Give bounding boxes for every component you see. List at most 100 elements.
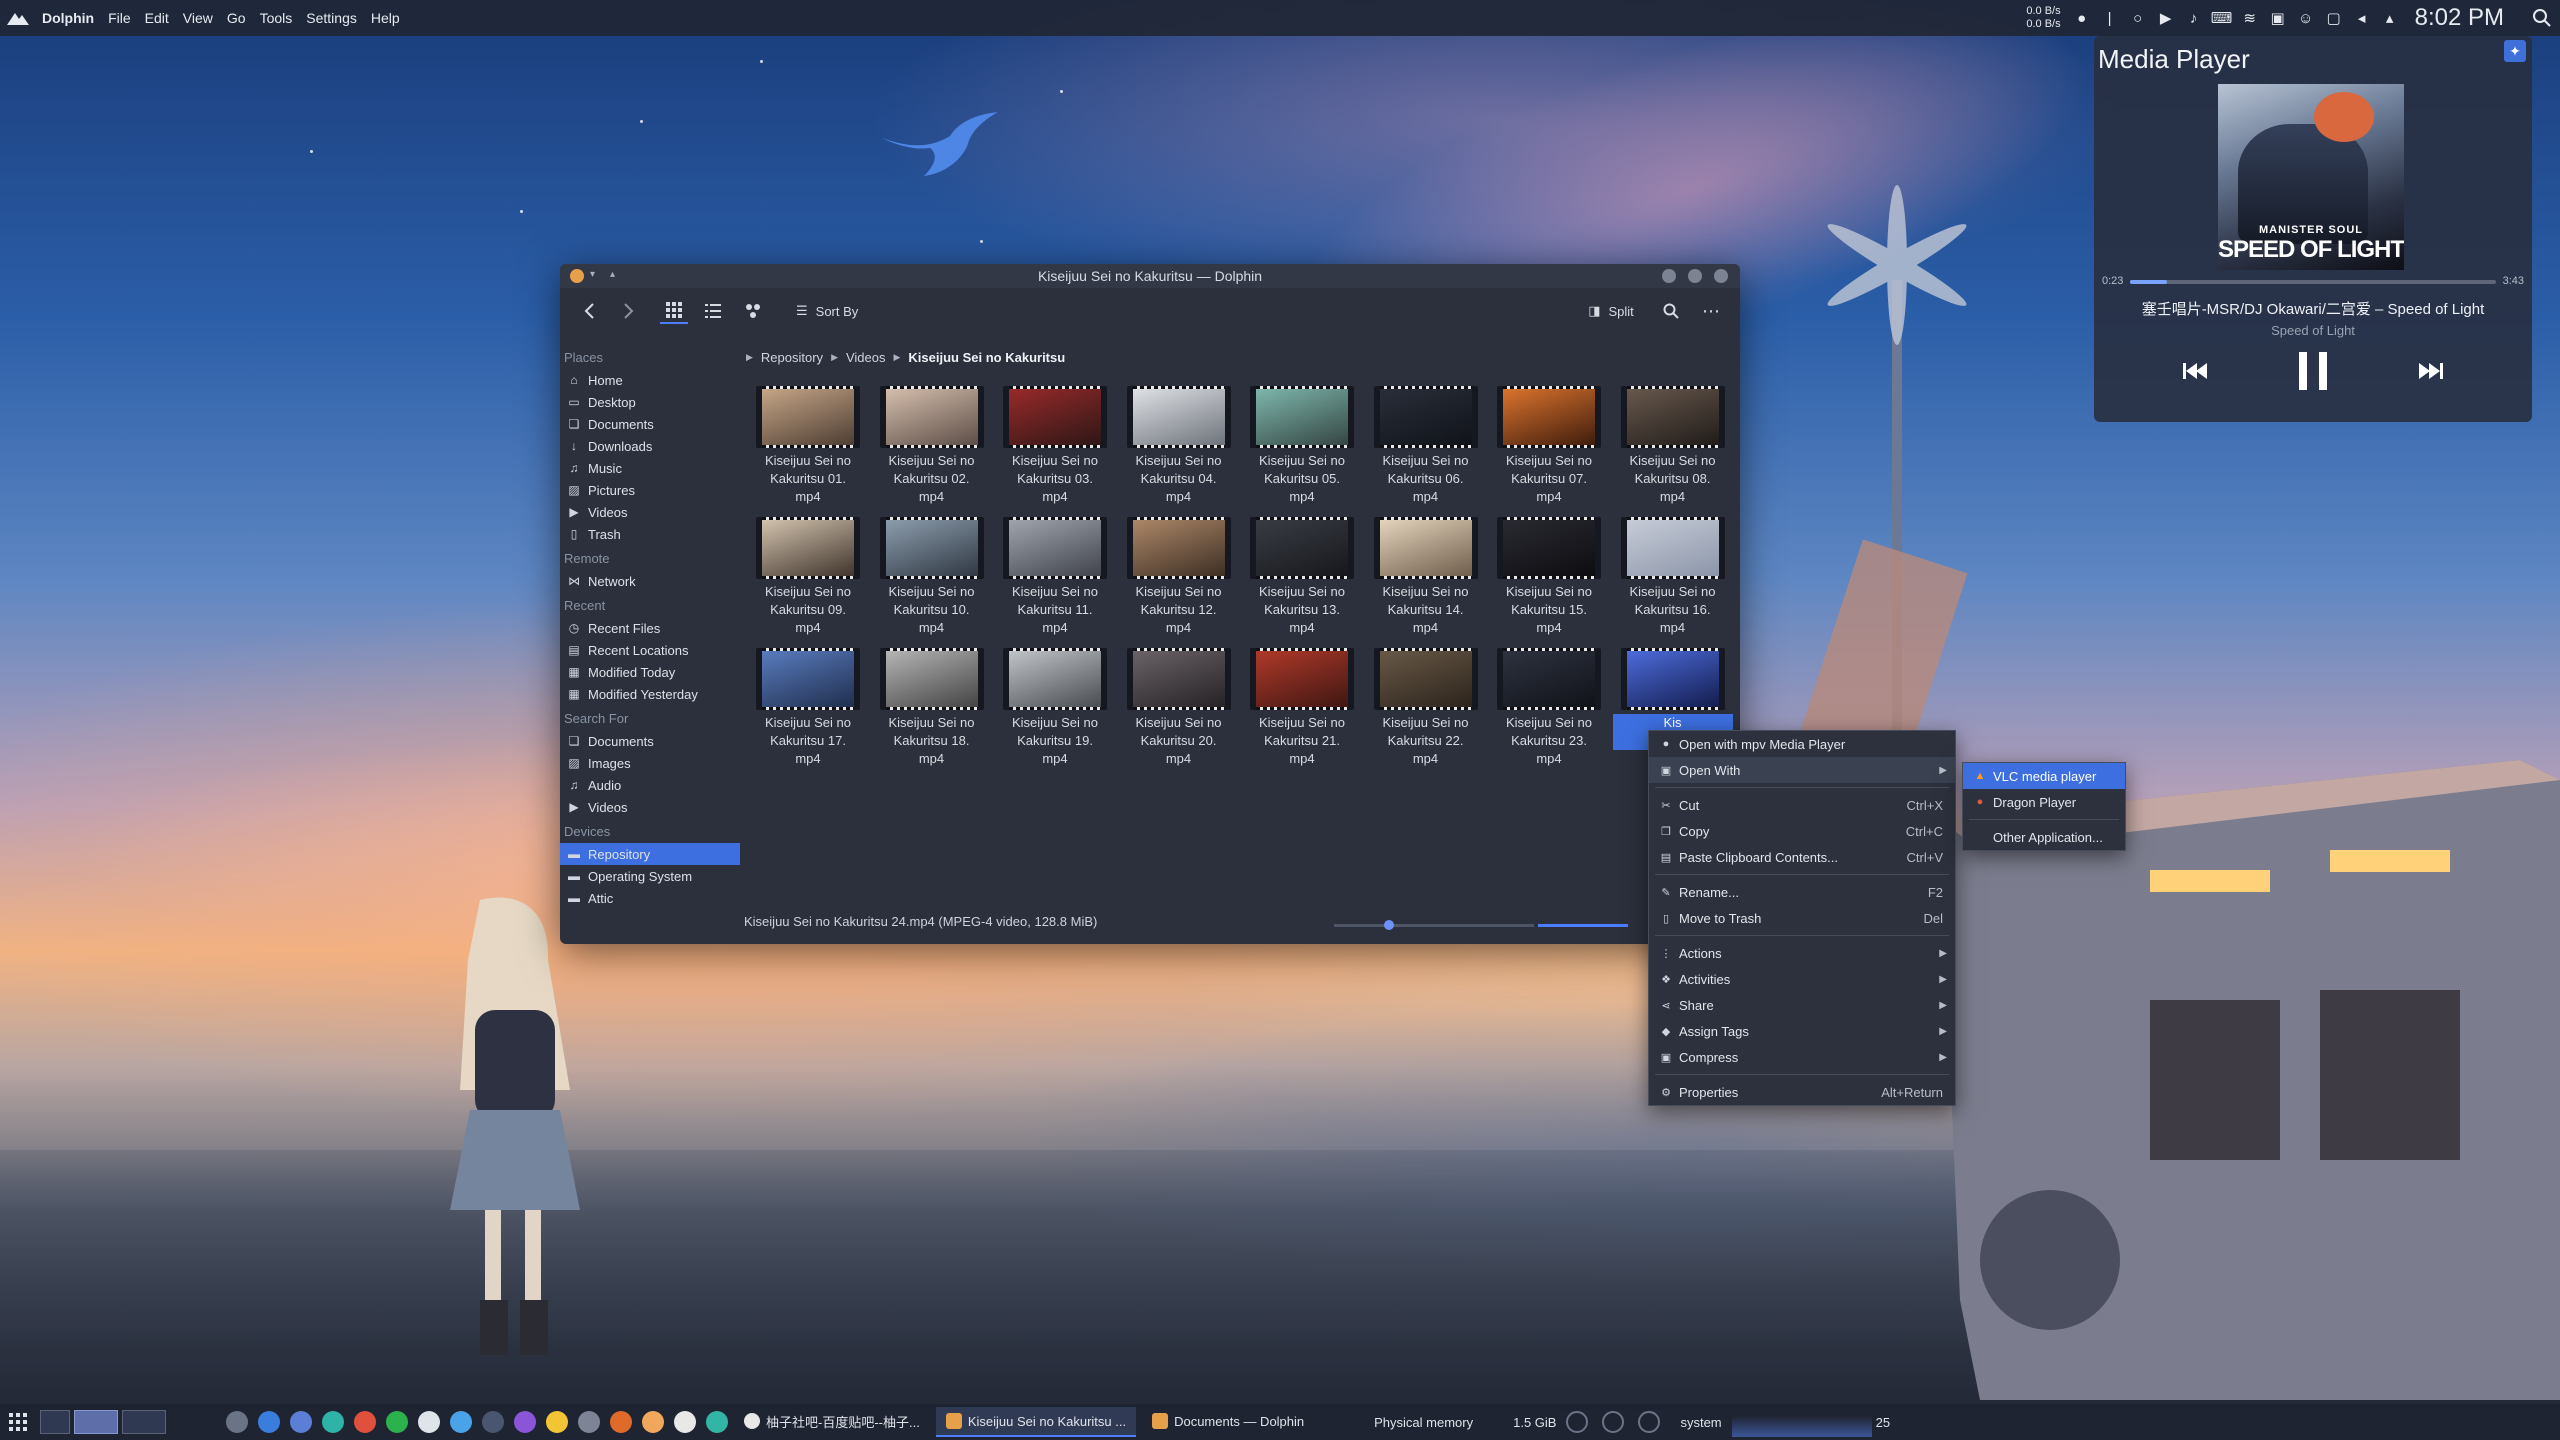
menu-go[interactable]: Go	[227, 10, 246, 26]
telegram-icon[interactable]	[450, 1411, 472, 1433]
file-item[interactable]: Kiseijuu Sei no Kakuritsu 06. mp4	[1366, 380, 1486, 504]
file-item[interactable]: Kiseijuu Sei no Kakuritsu 19. mp4	[995, 642, 1115, 766]
split-button[interactable]: ◨ Split	[1580, 298, 1642, 324]
sidebar-item-attic[interactable]: ▬ Attic	[560, 887, 740, 909]
sort-by-button[interactable]: ☰ Sort By	[796, 298, 876, 324]
window-titlebar[interactable]: ▾ ▴ Kiseijuu Sei no Kakuritsu — Dolphin	[560, 264, 1740, 288]
menu-view[interactable]: View	[183, 10, 213, 26]
sidebar-item-search-documents[interactable]: ❏ Documents	[560, 730, 740, 752]
sidebar-item-modified-yesterday[interactable]: ▦ Modified Yesterday	[560, 683, 740, 705]
more-options-icon[interactable]: ⋯	[1698, 298, 1724, 324]
file-item[interactable]: Kiseijuu Sei no Kakuritsu 01. mp4	[748, 380, 868, 504]
chevron-right-icon[interactable]: ▶	[746, 352, 753, 363]
menu-item-open-with-mpv[interactable]: ● Open with mpv Media Player	[1649, 731, 1955, 757]
menu-item-cut[interactable]: ✂ Cut Ctrl+X	[1649, 792, 1955, 818]
store-icon[interactable]	[610, 1411, 632, 1433]
sidebar-item-music[interactable]: ♫ Music	[560, 457, 740, 479]
task-browser[interactable]: 柚子社吧-百度贴吧--柚子...	[734, 1407, 930, 1437]
system-monitor[interactable]: Physical memory 1.5 GiB	[1374, 1415, 1556, 1430]
next-track-icon[interactable]	[2419, 363, 2443, 379]
file-item[interactable]: Kiseijuu Sei no Kakuritsu 11. mp4	[995, 511, 1115, 635]
sidebar-item-videos[interactable]: ▶ Videos	[560, 501, 740, 523]
volume-icon[interactable]: ♪	[2185, 9, 2203, 27]
menu-item-share[interactable]: ⋖ Share ▶	[1649, 992, 1955, 1018]
menu-item-actions[interactable]: ⋮ Actions ▶	[1649, 940, 1955, 966]
file-item[interactable]: Kiseijuu Sei no Kakuritsu 14. mp4	[1366, 511, 1486, 635]
file-item[interactable]: Kiseijuu Sei no Kakuritsu 16. mp4	[1613, 511, 1733, 635]
file-item[interactable]: Kiseijuu Sei no Kakuritsu 15. mp4	[1489, 511, 1609, 635]
maximize-button[interactable]	[1688, 269, 1702, 283]
inkscape-icon[interactable]	[418, 1411, 440, 1433]
discord-icon[interactable]	[290, 1411, 312, 1433]
circle-icon[interactable]: ○	[2129, 9, 2147, 27]
sidebar-item-recent-locations[interactable]: ▤ Recent Locations	[560, 639, 740, 661]
menu-edit[interactable]: Edit	[145, 10, 169, 26]
speaker-icon[interactable]: ◂	[2353, 9, 2371, 27]
task-dolphin-documents[interactable]: Documents — Dolphin	[1142, 1407, 1314, 1437]
file-item[interactable]: Kiseijuu Sei no Kakuritsu 17. mp4	[748, 642, 868, 766]
browser-icon[interactable]	[706, 1411, 728, 1433]
menu-item-properties[interactable]: ⚙ Properties Alt+Return	[1649, 1079, 1955, 1105]
breadcrumb-repository[interactable]: Repository	[761, 350, 823, 365]
sidebar-item-repository[interactable]: ▬ Repository	[560, 843, 740, 865]
app-launcher-icon[interactable]	[0, 0, 36, 36]
icons-view-icon[interactable]	[660, 298, 688, 324]
sidebar-item-pictures[interactable]: ▨ Pictures	[560, 479, 740, 501]
disk-gauge-icon[interactable]	[1638, 1411, 1661, 1433]
back-icon[interactable]	[576, 298, 602, 324]
file-item[interactable]: Kiseijuu Sei no Kakuritsu 07. mp4	[1489, 380, 1609, 504]
chevron-right-icon[interactable]: ▶	[831, 352, 838, 363]
menu-help[interactable]: Help	[371, 10, 400, 26]
firefox-icon[interactable]	[642, 1411, 664, 1433]
file-item[interactable]: Kiseijuu Sei no Kakuritsu 04. mp4	[1119, 380, 1239, 504]
sidebar-item-modified-today[interactable]: ▦ Modified Today	[560, 661, 740, 683]
tree-view-icon[interactable]	[740, 298, 766, 324]
network-speed[interactable]: 0.0 B/s 0.0 B/s	[2026, 5, 2060, 31]
pin-icon[interactable]: ✦	[2504, 40, 2526, 62]
file-item[interactable]: Kiseijuu Sei no Kakuritsu 23. mp4	[1489, 642, 1609, 766]
close-button[interactable]	[1714, 269, 1728, 283]
expand-tray-icon[interactable]: ▴	[2381, 9, 2399, 27]
search-app-icon[interactable]	[322, 1411, 344, 1433]
settings-icon[interactable]	[578, 1411, 600, 1433]
details-view-icon[interactable]	[700, 298, 726, 324]
sidebar-item-downloads[interactable]: ↓ Downloads	[560, 435, 740, 457]
search-icon[interactable]	[1658, 298, 1684, 324]
user-icon[interactable]: ☺	[2297, 9, 2315, 27]
virtual-desktop-2[interactable]	[122, 1410, 166, 1434]
sidebar-item-home[interactable]: ⌂ Home	[560, 369, 740, 391]
menu-file[interactable]: File	[108, 10, 131, 26]
file-item[interactable]: Kiseijuu Sei no Kakuritsu 08. mp4	[1613, 380, 1733, 504]
screenshot-icon[interactable]	[482, 1411, 504, 1433]
krita-icon[interactable]	[546, 1411, 568, 1433]
breadcrumb-current-folder[interactable]: Kiseijuu Sei no Kakuritsu	[908, 350, 1065, 365]
sidebar-item-network[interactable]: ⋈ Network	[560, 570, 740, 592]
file-item[interactable]: Kiseijuu Sei no Kakuritsu 03. mp4	[995, 380, 1115, 504]
menu-item-open-with[interactable]: ▣ Open With ▶	[1649, 757, 1955, 783]
menu-tools[interactable]: Tools	[260, 10, 293, 26]
drop-icon[interactable]: ●	[2073, 9, 2091, 27]
breadcrumb-videos[interactable]: Videos	[846, 350, 886, 365]
gpu-gauge-icon[interactable]	[1602, 1411, 1625, 1433]
clipboard-icon[interactable]: ▣	[2269, 9, 2287, 27]
file-item[interactable]: Kiseijuu Sei no Kakuritsu 05. mp4	[1242, 380, 1362, 504]
search-icon[interactable]	[2524, 0, 2560, 36]
netease-music-icon[interactable]	[354, 1411, 376, 1433]
lock-icon[interactable]: ▢	[2325, 9, 2343, 27]
sidebar-item-search-images[interactable]: ▨ Images	[560, 752, 740, 774]
keyboard-icon[interactable]: ⌨	[2211, 9, 2233, 27]
sidebar-item-search-videos[interactable]: ▶ Videos	[560, 796, 740, 818]
menu-item-vlc[interactable]: ▲ VLC media player	[1963, 763, 2125, 789]
file-item[interactable]: Kiseijuu Sei no Kakuritsu 22. mp4	[1366, 642, 1486, 766]
file-item[interactable]: Kiseijuu Sei no Kakuritsu 13. mp4	[1242, 511, 1362, 635]
terminal-icon[interactable]	[226, 1411, 248, 1433]
menu-item-compress[interactable]: ▣ Compress ▶	[1649, 1044, 1955, 1070]
cpu-gauge-icon[interactable]	[1566, 1411, 1589, 1433]
file-item[interactable]: Kiseijuu Sei no Kakuritsu 09. mp4	[748, 511, 868, 635]
sidebar-item-operating-system[interactable]: ▬ Operating System	[560, 865, 740, 887]
vscode-icon[interactable]	[258, 1411, 280, 1433]
file-item[interactable]: Kiseijuu Sei no Kakuritsu 21. mp4	[1242, 642, 1362, 766]
clock[interactable]: 8:02 PM	[2415, 4, 2504, 32]
forward-icon[interactable]	[616, 298, 642, 324]
file-item[interactable]: Kiseijuu Sei no Kakuritsu 12. mp4	[1119, 511, 1239, 635]
